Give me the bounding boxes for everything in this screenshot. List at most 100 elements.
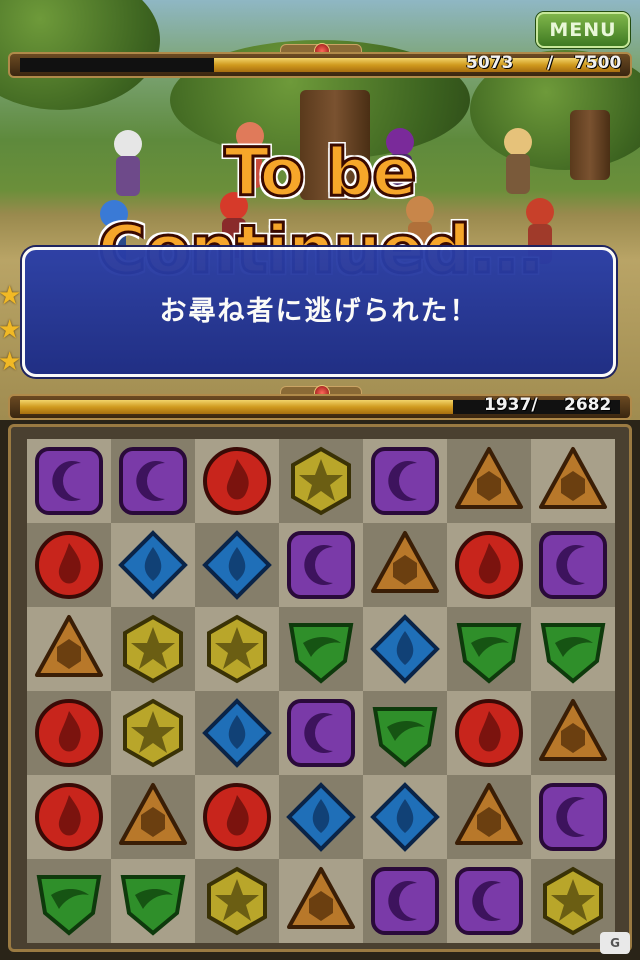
board-cell bbox=[195, 607, 279, 691]
dark-orb-icon[interactable] bbox=[369, 865, 441, 937]
fire-orb-icon[interactable] bbox=[201, 445, 273, 517]
board-cell bbox=[111, 607, 195, 691]
fire-orb-icon[interactable] bbox=[453, 697, 525, 769]
water-orb-icon[interactable] bbox=[369, 613, 441, 685]
board-cell bbox=[195, 439, 279, 523]
enemy-hp-current: 5073 bbox=[466, 53, 514, 73]
board-cell bbox=[279, 607, 363, 691]
earth-orb-icon[interactable] bbox=[369, 529, 441, 601]
earth-orb-icon[interactable] bbox=[537, 445, 609, 517]
water-orb-icon[interactable] bbox=[369, 781, 441, 853]
dark-orb-icon[interactable] bbox=[117, 445, 189, 517]
board-cell bbox=[531, 523, 615, 607]
board-cell bbox=[447, 775, 531, 859]
board-cell bbox=[111, 523, 195, 607]
board-cell bbox=[27, 775, 111, 859]
dark-orb-icon[interactable] bbox=[537, 781, 609, 853]
enemy-hp-max: 7500 bbox=[574, 53, 622, 73]
fire-orb-icon[interactable] bbox=[33, 697, 105, 769]
board-cell bbox=[531, 607, 615, 691]
board-cell bbox=[279, 859, 363, 943]
star-icon: ★ bbox=[0, 347, 22, 377]
dark-orb-icon[interactable] bbox=[453, 865, 525, 937]
light-orb-icon[interactable] bbox=[117, 697, 189, 769]
fire-orb-icon[interactable] bbox=[33, 529, 105, 601]
star-icon: ★ bbox=[0, 281, 22, 311]
enemy-hp-bar: 5073 / 7500 bbox=[8, 52, 632, 78]
board-cell bbox=[195, 691, 279, 775]
wind-orb-icon[interactable] bbox=[453, 613, 525, 685]
board-cell bbox=[279, 523, 363, 607]
fire-orb-icon[interactable] bbox=[453, 529, 525, 601]
board-cell bbox=[111, 439, 195, 523]
dark-orb-icon[interactable] bbox=[285, 529, 357, 601]
board-cell bbox=[447, 859, 531, 943]
light-orb-icon[interactable] bbox=[201, 865, 273, 937]
dark-orb-icon[interactable] bbox=[369, 445, 441, 517]
party-hp-max: 2682 bbox=[564, 395, 612, 415]
dark-orb-icon[interactable] bbox=[285, 697, 357, 769]
board-cell bbox=[531, 691, 615, 775]
board-cell bbox=[363, 439, 447, 523]
party-hp-current: 1937/ bbox=[484, 395, 538, 415]
water-orb-icon[interactable] bbox=[285, 781, 357, 853]
light-orb-icon[interactable] bbox=[285, 445, 357, 517]
board-cell bbox=[27, 439, 111, 523]
board-cell bbox=[363, 775, 447, 859]
enemy-hp-separator: / bbox=[547, 53, 554, 73]
message-text: お尋ね者に逃げられた！ bbox=[159, 296, 479, 327]
earth-orb-icon[interactable] bbox=[453, 445, 525, 517]
board-cell bbox=[363, 523, 447, 607]
enemy-hp-fill bbox=[214, 58, 620, 72]
wind-orb-icon[interactable] bbox=[369, 697, 441, 769]
board-cell bbox=[447, 523, 531, 607]
board-cell bbox=[195, 775, 279, 859]
watermark-logo: G bbox=[600, 932, 630, 954]
earth-orb-icon[interactable] bbox=[33, 613, 105, 685]
dark-orb-icon[interactable] bbox=[537, 529, 609, 601]
earth-orb-icon[interactable] bbox=[453, 781, 525, 853]
wind-orb-icon[interactable] bbox=[33, 865, 105, 937]
board-cell bbox=[279, 691, 363, 775]
orb-grid bbox=[27, 439, 615, 943]
board-cell bbox=[363, 691, 447, 775]
wind-orb-icon[interactable] bbox=[285, 613, 357, 685]
light-orb-icon[interactable] bbox=[537, 865, 609, 937]
board-cell bbox=[27, 691, 111, 775]
board-cell bbox=[531, 439, 615, 523]
board-cell bbox=[363, 859, 447, 943]
board-cell bbox=[195, 523, 279, 607]
fire-orb-icon[interactable] bbox=[201, 781, 273, 853]
puzzle-board bbox=[8, 424, 632, 952]
earth-orb-icon[interactable] bbox=[285, 865, 357, 937]
board-cell bbox=[279, 439, 363, 523]
dark-orb-icon[interactable] bbox=[33, 445, 105, 517]
menu-button[interactable]: MENU bbox=[536, 12, 630, 48]
wind-orb-icon[interactable] bbox=[537, 613, 609, 685]
board-cell bbox=[111, 775, 195, 859]
earth-orb-icon[interactable] bbox=[117, 781, 189, 853]
fire-orb-icon[interactable] bbox=[33, 781, 105, 853]
light-orb-icon[interactable] bbox=[201, 613, 273, 685]
board-cell bbox=[531, 775, 615, 859]
wind-orb-icon[interactable] bbox=[117, 865, 189, 937]
board-cell bbox=[447, 607, 531, 691]
board-cell bbox=[447, 691, 531, 775]
message-dialog[interactable]: お尋ね者に逃げられた！ bbox=[22, 247, 616, 377]
board-cell bbox=[27, 859, 111, 943]
water-orb-icon[interactable] bbox=[201, 697, 273, 769]
water-orb-icon[interactable] bbox=[201, 529, 273, 601]
party-hp-fill bbox=[20, 400, 454, 414]
board-cell bbox=[27, 607, 111, 691]
light-orb-icon[interactable] bbox=[117, 613, 189, 685]
water-orb-icon[interactable] bbox=[117, 529, 189, 601]
board-cell bbox=[447, 439, 531, 523]
board-cell bbox=[279, 775, 363, 859]
earth-orb-icon[interactable] bbox=[537, 697, 609, 769]
star-icon: ★ bbox=[0, 315, 22, 345]
board-cell bbox=[363, 607, 447, 691]
board-cell bbox=[111, 859, 195, 943]
board-cell bbox=[111, 691, 195, 775]
board-cell bbox=[195, 859, 279, 943]
board-cell bbox=[27, 523, 111, 607]
